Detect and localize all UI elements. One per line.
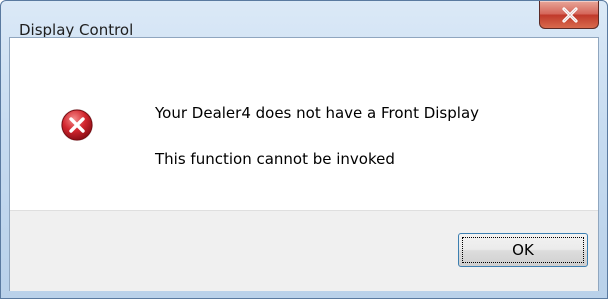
message-area: Your Dealer4 does not have a Front Displ…: [10, 38, 598, 210]
message-line-2: This function cannot be invoked: [155, 150, 395, 168]
ok-button-label: OK: [462, 237, 584, 263]
message-line-1: Your Dealer4 does not have a Front Displ…: [155, 104, 480, 122]
ok-button[interactable]: OK: [458, 233, 588, 267]
dialog-client: Your Dealer4 does not have a Front Displ…: [9, 37, 599, 291]
error-icon: [61, 109, 93, 141]
close-button[interactable]: [539, 1, 599, 29]
button-bar: OK: [10, 210, 598, 291]
close-icon: [562, 7, 578, 23]
dialog-window: Display Control Your Dealer4 does not ha…: [0, 0, 608, 299]
